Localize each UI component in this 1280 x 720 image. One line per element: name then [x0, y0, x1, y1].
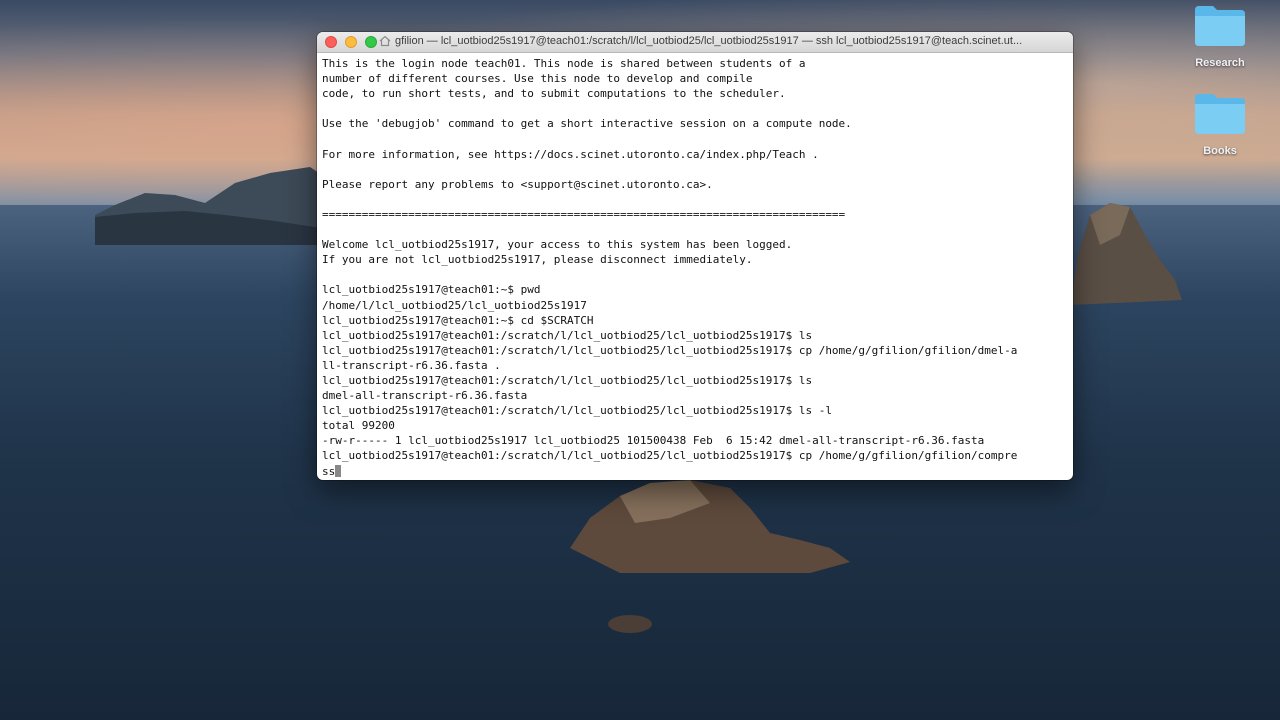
- terminal-cursor: [335, 464, 342, 477]
- terminal-line: lcl_uotbiod25s1917@teach01:/scratch/l/lc…: [322, 404, 832, 418]
- terminal-output[interactable]: This is the login node teach01. This nod…: [317, 53, 1073, 480]
- maximize-button[interactable]: [365, 36, 377, 48]
- terminal-line: -rw-r----- 1 lcl_uotbiod25s1917 lcl_uotb…: [322, 434, 985, 448]
- terminal-current-input: ss: [322, 464, 336, 478]
- terminal-line: lcl_uotbiod25s1917@teach01:~$ cd $SCRATC…: [322, 313, 594, 327]
- terminal-line: ll-transcript-r6.36.fasta .: [322, 358, 501, 372]
- terminal-line: lcl_uotbiod25s1917@teach01:~$ pwd: [322, 283, 541, 297]
- terminal-line: This is the login node teach01. This nod…: [322, 57, 806, 70]
- terminal-window[interactable]: gfilion — lcl_uotbiod25s1917@teach01:/sc…: [317, 32, 1073, 480]
- terminal-line: lcl_uotbiod25s1917@teach01:/scratch/l/lc…: [322, 373, 813, 387]
- folder-icon: [1195, 94, 1245, 134]
- terminal-line: If you are not lcl_uotbiod25s1917, pleas…: [322, 253, 753, 267]
- folder-icon: [1195, 6, 1245, 46]
- desktop-folder-research[interactable]: Research: [1180, 4, 1260, 69]
- terminal-line: number of different courses. Use this no…: [322, 72, 753, 86]
- close-button[interactable]: [325, 36, 337, 48]
- home-folder-icon: [379, 35, 391, 47]
- terminal-line: lcl_uotbiod25s1917@teach01:/scratch/l/lc…: [322, 343, 1018, 357]
- terminal-line: dmel-all-transcript-r6.36.fasta: [322, 389, 528, 403]
- desktop-folder-books[interactable]: Books: [1180, 92, 1260, 157]
- window-controls: [325, 36, 377, 48]
- wallpaper-small-rock: [608, 615, 652, 633]
- desktop-folder-label: Books: [1203, 145, 1237, 157]
- terminal-line: code, to run short tests, and to submit …: [322, 87, 786, 101]
- window-title-text: gfilion — lcl_uotbiod25s1917@teach01:/sc…: [395, 35, 1023, 47]
- terminal-line: For more information, see https://docs.s…: [322, 147, 819, 161]
- terminal-line: ========================================…: [322, 207, 846, 221]
- desktop-folder-label: Research: [1195, 57, 1245, 69]
- terminal-line: Welcome lcl_uotbiod25s1917, your access …: [322, 238, 793, 252]
- terminal-line: Please report any problems to <support@s…: [322, 177, 713, 191]
- terminal-line: total 99200: [322, 419, 395, 433]
- terminal-line: lcl_uotbiod25s1917@teach01:/scratch/l/lc…: [322, 449, 1018, 463]
- window-title: gfilion — lcl_uotbiod25s1917@teach01:/sc…: [379, 35, 1065, 47]
- terminal-titlebar[interactable]: gfilion — lcl_uotbiod25s1917@teach01:/sc…: [317, 32, 1073, 53]
- wallpaper-rock: [570, 480, 850, 573]
- terminal-line: /home/l/lcl_uotbiod25/lcl_uotbiod25s1917: [322, 298, 587, 312]
- wallpaper-island: [1070, 203, 1182, 305]
- terminal-input-line[interactable]: ss: [322, 464, 1068, 479]
- terminal-line: lcl_uotbiod25s1917@teach01:/scratch/l/lc…: [322, 328, 813, 342]
- wallpaper-mountains: [95, 167, 355, 245]
- terminal-line: Use the 'debugjob' command to get a shor…: [322, 117, 852, 131]
- minimize-button[interactable]: [345, 36, 357, 48]
